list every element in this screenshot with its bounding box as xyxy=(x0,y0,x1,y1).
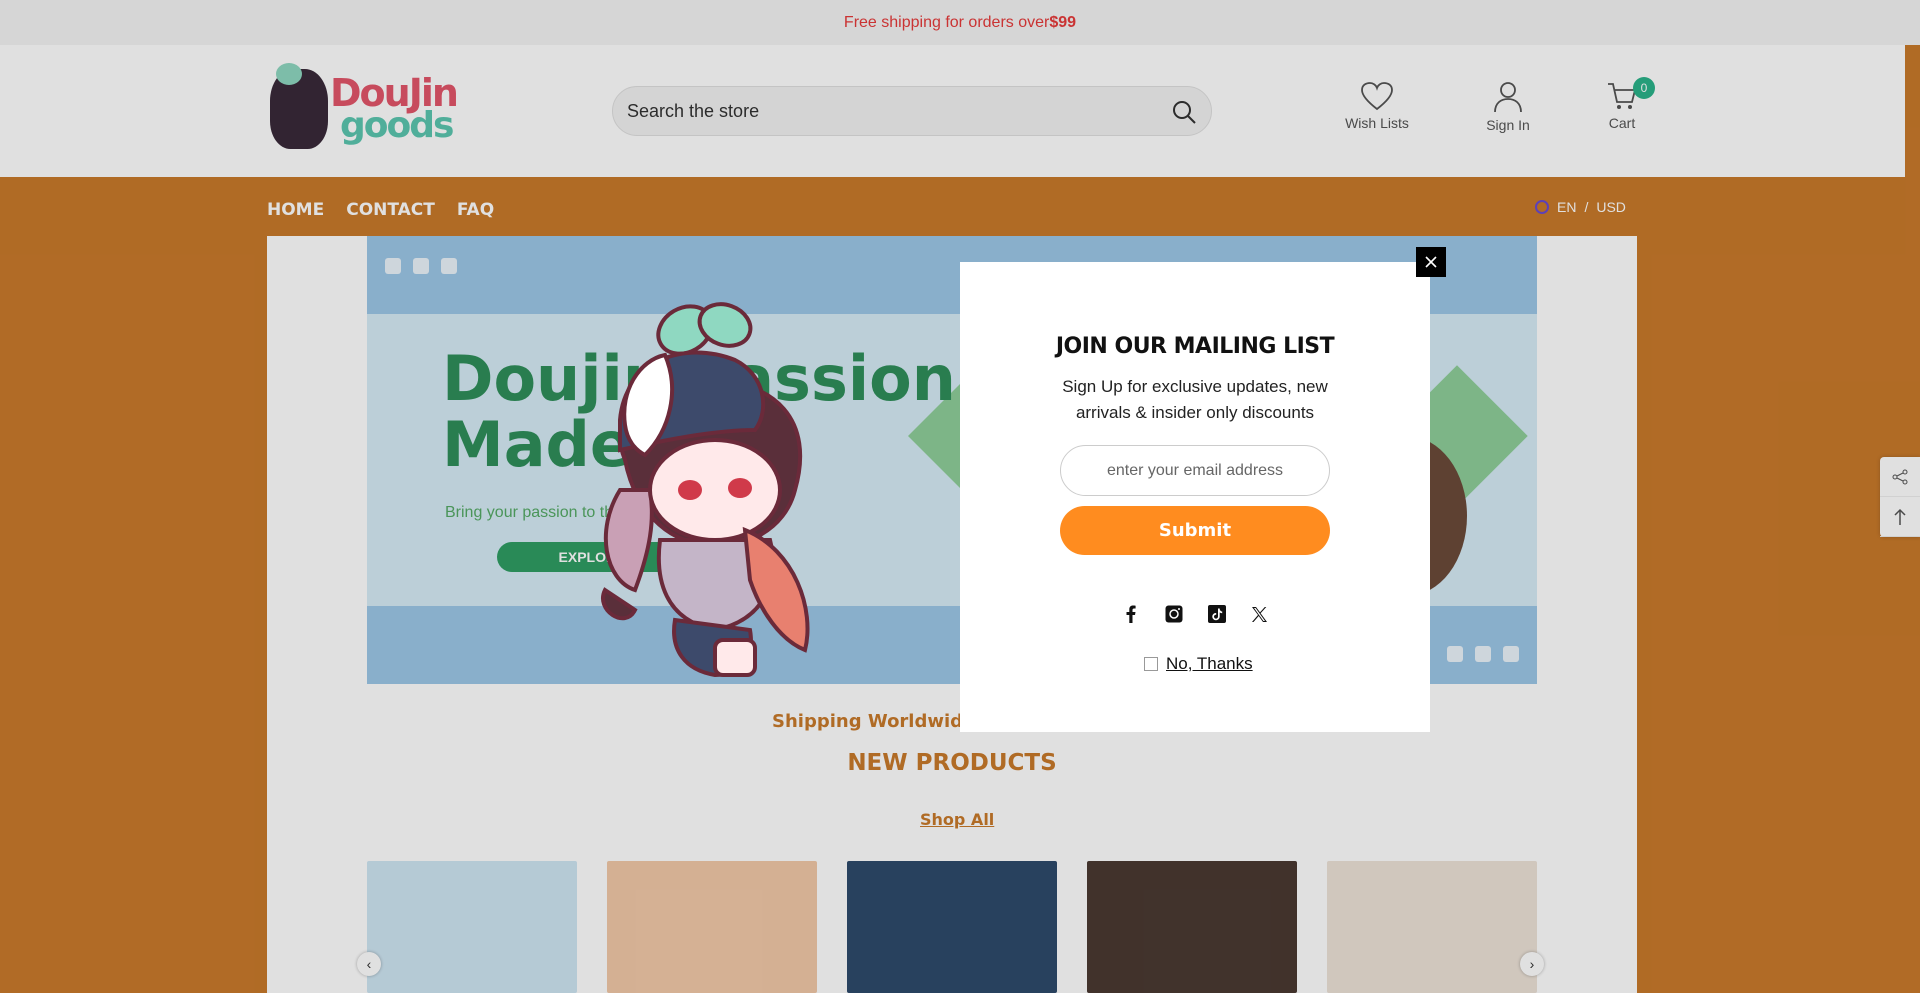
no-thanks-option[interactable]: No, Thanks xyxy=(1144,654,1253,674)
mailing-list-popup: JOIN OUR MAILING LIST Sign Up for exclus… xyxy=(960,262,1430,732)
close-icon xyxy=(1425,256,1437,268)
no-thanks-checkbox[interactable] xyxy=(1144,657,1158,671)
x-icon[interactable] xyxy=(1251,605,1269,623)
tiktok-icon[interactable] xyxy=(1207,605,1226,623)
social-links xyxy=(960,605,1430,623)
submit-button[interactable]: Submit xyxy=(1060,506,1330,555)
facebook-icon[interactable] xyxy=(1122,605,1140,623)
popup-mascot-illustration xyxy=(601,302,810,678)
popup-description: Sign Up for exclusive updates, new arriv… xyxy=(1062,377,1328,422)
email-field[interactable] xyxy=(1060,445,1330,496)
no-thanks-link[interactable]: No, Thanks xyxy=(1166,654,1253,674)
instagram-icon[interactable] xyxy=(1165,605,1183,623)
popup-title: JOIN OUR MAILING LIST xyxy=(1055,334,1335,359)
popup-close-button[interactable] xyxy=(1416,247,1446,277)
